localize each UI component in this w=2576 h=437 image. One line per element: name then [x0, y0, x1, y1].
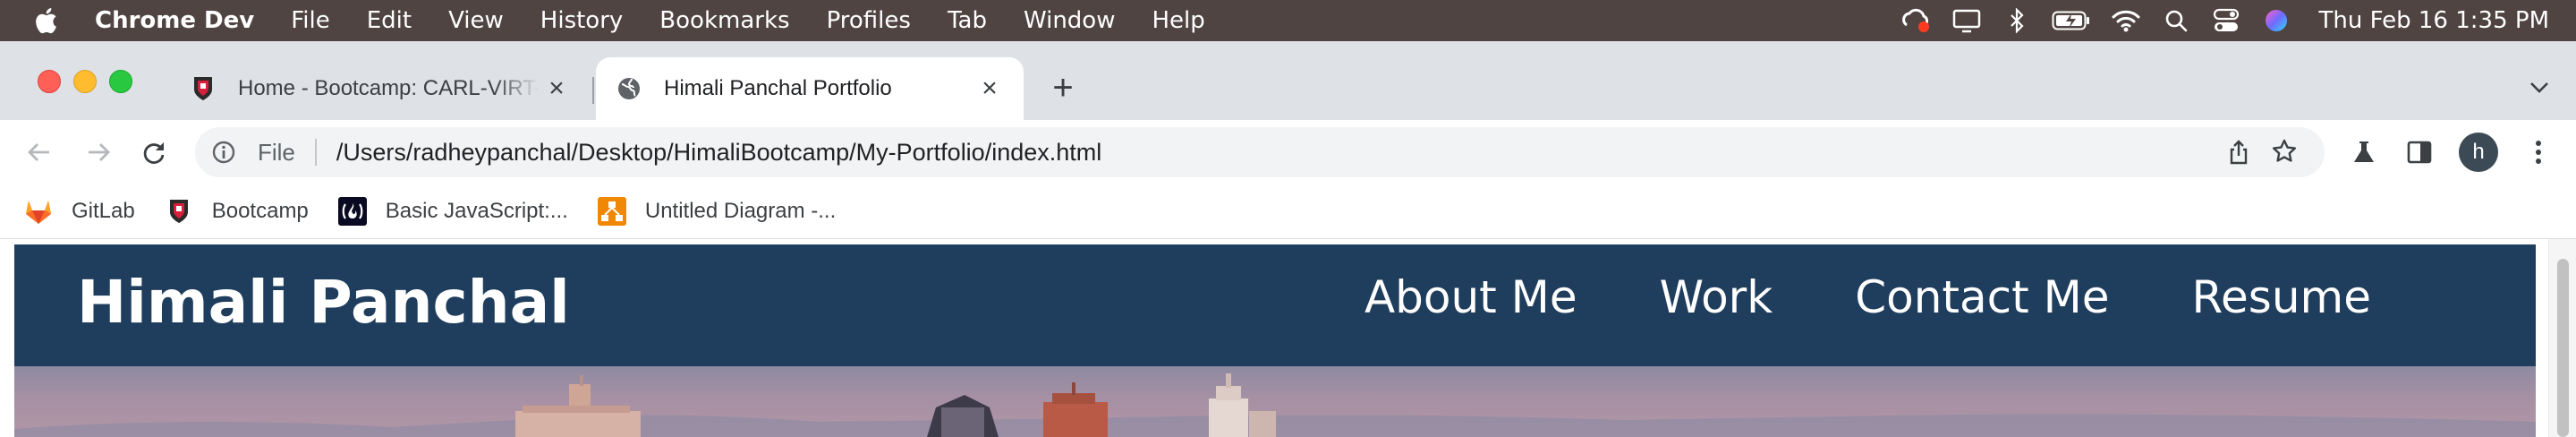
screen-mirroring-icon[interactable]: [1951, 7, 1982, 34]
site-header: Himali Panchal About Me Work Contact Me …: [14, 244, 2536, 366]
site-info-icon[interactable]: [211, 140, 238, 165]
creative-cloud-icon[interactable]: [1901, 7, 1932, 34]
nav-link-about-me[interactable]: About Me: [1365, 271, 1577, 323]
omnibox-divider: [314, 139, 317, 166]
bookmark-label: Untitled Diagram -...: [644, 199, 837, 223]
browser-toolbar: File /Users/radheypanchal/Desktop/Himali…: [0, 120, 2576, 184]
freecodecamp-icon: [337, 196, 368, 227]
menu-bookmarks[interactable]: Bookmarks: [659, 7, 789, 34]
tab-portfolio[interactable]: Himali Panchal Portfolio ×: [596, 57, 1024, 120]
macos-menu-bar: Chrome Dev File Edit View History Bookma…: [0, 0, 2576, 41]
url-text[interactable]: /Users/radheypanchal/Desktop/HimaliBootc…: [336, 139, 1101, 167]
tab-bootcamp-home[interactable]: Home - Bootcamp: CARL-VIRT-FSF-PT-11-202…: [170, 57, 591, 120]
site-nav: About Me Work Contact Me Resume: [1282, 271, 2371, 323]
apple-menu-icon[interactable]: [34, 7, 79, 34]
bookmark-label: Bootcamp: [211, 199, 309, 223]
address-bar[interactable]: File /Users/radheypanchal/Desktop/Himali…: [195, 127, 2325, 177]
siri-icon[interactable]: [2261, 7, 2291, 34]
drawio-icon: [597, 196, 627, 227]
bootcamp-shield-icon: [164, 196, 194, 227]
bookmark-label: Basic JavaScript:...: [385, 199, 568, 223]
new-tab-plus-icon[interactable]: +: [1045, 68, 1081, 107]
menu-clock[interactable]: Thu Feb 16 1:35 PM: [2318, 7, 2549, 34]
globe-icon: [616, 75, 642, 102]
tab-title: Home - Bootcamp: CARL-VIRT-FSF-PT-11-202…: [238, 76, 539, 100]
reload-icon[interactable]: [136, 134, 172, 170]
battery-charging-icon[interactable]: [2052, 7, 2091, 34]
bookmark-star-icon[interactable]: [2271, 138, 2298, 165]
side-panel-icon[interactable]: [2403, 136, 2436, 168]
menu-file[interactable]: File: [291, 7, 330, 34]
menu-help[interactable]: Help: [1152, 7, 1204, 34]
bookmark-label: GitLab: [72, 199, 135, 223]
menu-window[interactable]: Window: [1024, 7, 1116, 34]
tab-title: Himali Panchal Portfolio: [664, 76, 892, 100]
tab-divider: [592, 77, 594, 104]
control-center-icon[interactable]: [2211, 7, 2241, 34]
wifi-icon[interactable]: [2111, 7, 2141, 34]
page-viewport: Himali Panchal About Me Work Contact Me …: [0, 239, 2576, 437]
menu-history[interactable]: History: [540, 7, 624, 34]
spotlight-search-icon[interactable]: [2161, 7, 2191, 34]
url-scheme-label: File: [258, 138, 295, 166]
hero-skyline-image: [14, 366, 2536, 437]
menu-tab[interactable]: Tab: [948, 7, 987, 34]
bootcamp-shield-icon: [190, 75, 217, 102]
browser-tab-strip: Home - Bootcamp: CARL-VIRT-FSF-PT-11-202…: [0, 41, 2576, 120]
scrollbar-thumb[interactable]: [2557, 259, 2569, 437]
bookmark-bootcamp[interactable]: Bootcamp: [164, 196, 309, 227]
menu-profiles[interactable]: Profiles: [827, 7, 911, 34]
tab-close-icon[interactable]: ×: [539, 71, 574, 107]
bookmark-basic-javascript[interactable]: Basic JavaScript:...: [337, 196, 568, 227]
bookmark-untitled-diagram[interactable]: Untitled Diagram -...: [597, 196, 836, 227]
window-fullscreen-button[interactable]: [109, 70, 132, 93]
bluetooth-icon[interactable]: [2002, 7, 2032, 34]
menu-view[interactable]: View: [448, 7, 504, 34]
chrome-menu-kebab-icon[interactable]: [2525, 136, 2552, 168]
back-arrow-icon[interactable]: [21, 134, 57, 170]
nav-link-work[interactable]: Work: [1660, 271, 1773, 323]
tab-close-icon[interactable]: ×: [972, 71, 1007, 107]
labs-flask-icon[interactable]: [2348, 136, 2380, 168]
gitlab-icon: [23, 196, 54, 227]
window-close-button[interactable]: [38, 70, 61, 93]
bookmark-gitlab[interactable]: GitLab: [23, 196, 135, 227]
nav-link-contact-me[interactable]: Contact Me: [1855, 271, 2109, 323]
status-area: Thu Feb 16 1:35 PM: [1901, 0, 2576, 41]
nav-link-resume[interactable]: Resume: [2192, 271, 2371, 323]
tab-search-chevron-icon[interactable]: [2526, 73, 2553, 100]
skyline-silhouette: [14, 373, 2536, 437]
page-scrollbar[interactable]: [2548, 239, 2576, 437]
share-icon[interactable]: [2226, 140, 2251, 165]
bookmarks-bar: GitLab Bootcamp Basic JavaScript:... Unt…: [0, 184, 2576, 239]
window-minimize-button[interactable]: [73, 70, 97, 93]
site-name-heading: Himali Panchal: [77, 268, 570, 337]
menu-app-name[interactable]: Chrome Dev: [95, 7, 254, 34]
profile-avatar[interactable]: h: [2459, 133, 2498, 172]
forward-arrow-icon[interactable]: [81, 134, 116, 170]
menu-edit[interactable]: Edit: [367, 7, 412, 34]
